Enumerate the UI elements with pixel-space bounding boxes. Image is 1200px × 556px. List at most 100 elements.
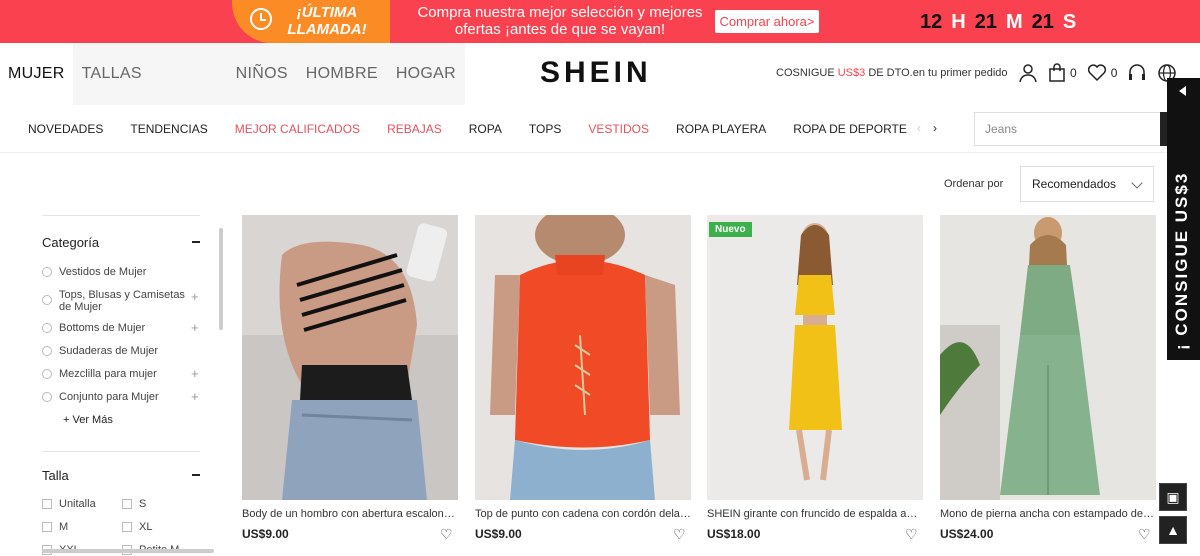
alarm-clock-icon: [250, 8, 272, 30]
product-image[interactable]: [940, 215, 1156, 500]
subnav-sportswear[interactable]: ROPA DE DEPORTE: [793, 122, 907, 136]
product-card[interactable]: Top de punto con cadena con cordón delan…: [475, 215, 691, 542]
category-option-label: Tops, Blusas y Camisetas de Mujer: [59, 289, 185, 313]
expand-icon[interactable]: +: [191, 321, 199, 334]
see-more-link[interactable]: + Ver Más: [63, 414, 113, 426]
chevron-left-icon[interactable]: ‹: [917, 121, 921, 135]
header-icons: 0 0: [1018, 63, 1177, 83]
sub-navigation: NOVEDADES TENDENCIAS MEJOR CALIFICADOS R…: [0, 105, 1200, 153]
shop-now-button[interactable]: Comprar ahora>: [715, 10, 819, 33]
product-name[interactable]: Body de un hombro con abertura escalonad…: [242, 508, 458, 520]
subnav-trends[interactable]: TENDENCIAS: [130, 122, 207, 136]
expand-icon[interactable]: +: [191, 367, 199, 380]
product-card[interactable]: Body de un hombro con abertura escalonad…: [242, 215, 458, 542]
promo-amount: US$3: [837, 67, 866, 79]
subnav-sale[interactable]: REBAJAS: [387, 122, 442, 136]
category-title[interactable]: Categoría: [42, 235, 99, 250]
subnav-top-rated[interactable]: MEJOR CALIFICADOS: [235, 122, 360, 136]
shein-logo[interactable]: SHEIN: [540, 56, 652, 90]
subnav-new[interactable]: NOVEDADES: [28, 122, 103, 136]
nav-kids[interactable]: NIÑOS: [227, 43, 297, 105]
size-option-label: M: [59, 521, 69, 533]
last-call-badge: ¡ÚLTIMA LLAMADA!: [232, 0, 390, 43]
sort-label: Ordenar por: [944, 178, 1004, 190]
size-option-label: Unitalla: [59, 498, 96, 510]
product-image[interactable]: [475, 215, 691, 500]
promo-banner[interactable]: ¡ÚLTIMA LLAMADA! Compra nuestra mejor se…: [0, 0, 1200, 43]
checkbox-icon[interactable]: [122, 499, 132, 509]
radio-icon[interactable]: [42, 346, 52, 356]
product-price: US$18.00: [707, 527, 761, 541]
side-promo-tab[interactable]: ¡ CONSIGUE US$3: [1167, 78, 1200, 360]
back-to-top-icon[interactable]: ▲: [1159, 516, 1187, 544]
cart-button[interactable]: 0: [1048, 63, 1077, 83]
sort-select[interactable]: Recomendados: [1020, 166, 1154, 202]
radio-icon[interactable]: [42, 369, 52, 379]
product-card[interactable]: Nuevo SHEIN girante con fruncido de espa…: [707, 215, 923, 542]
product-name[interactable]: Top de punto con cadena con cordón delan…: [475, 508, 691, 520]
search-input[interactable]: Jeans: [974, 112, 1164, 146]
bag-icon: [1049, 63, 1065, 82]
category-nav: MUJER TALLAS GRANDES NIÑOS HOMBRE HOGAR: [0, 43, 465, 144]
nav-men[interactable]: HOMBRE: [297, 43, 387, 105]
timer-seconds-unit: S: [1062, 10, 1077, 33]
product-name[interactable]: Mono de pierna ancha con estampado de lu…: [940, 508, 1156, 520]
category-option-label: Bottoms de Mujer: [59, 322, 146, 334]
heart-icon[interactable]: ♡: [673, 526, 686, 543]
promo-prefix: COSNIGUE: [776, 67, 838, 79]
feedback-icon[interactable]: ▣: [1159, 483, 1187, 511]
promo-suffix: DE DTO.en tu primer pedido: [865, 67, 1008, 79]
subnav-dresses[interactable]: VESTIDOS: [588, 122, 649, 136]
product-price: US$9.00: [242, 527, 289, 541]
nav-plus-size[interactable]: TALLAS GRANDES: [73, 43, 227, 144]
headset-icon[interactable]: [1127, 63, 1147, 83]
wishlist-count: 0: [1110, 66, 1118, 80]
nav-women[interactable]: MUJER: [0, 43, 73, 105]
category-option-label: Mezclilla para mujer: [59, 368, 157, 380]
product-card[interactable]: Mono de pierna ancha con estampado de lu…: [940, 215, 1156, 542]
user-icon[interactable]: [1018, 63, 1038, 83]
radio-icon[interactable]: [42, 323, 52, 333]
sort-value: Recomendados: [1032, 177, 1117, 191]
countdown-timer: 12 H 21 M 21 S: [920, 9, 1076, 35]
subnav-clothing[interactable]: ROPA: [469, 122, 502, 136]
product-price: US$9.00: [475, 527, 522, 541]
subnav-tops[interactable]: TOPS: [529, 122, 561, 136]
category-option-label: Conjunto para Mujer: [59, 391, 159, 403]
timer-minutes: 21: [974, 10, 997, 33]
radio-icon[interactable]: [42, 267, 52, 277]
subnav-links: NOVEDADES TENDENCIAS MEJOR CALIFICADOS R…: [28, 105, 934, 153]
product-name[interactable]: SHEIN girante con fruncido de espalda ab…: [707, 508, 923, 520]
radio-icon[interactable]: [42, 392, 52, 402]
collapse-arrow-icon[interactable]: [1179, 86, 1186, 96]
wishlist-button[interactable]: 0: [1087, 64, 1118, 82]
new-badge: Nuevo: [709, 222, 752, 237]
subnav-beachwear[interactable]: ROPA PLAYERA: [676, 122, 766, 136]
size-option-label: XL: [139, 521, 153, 533]
sidebar-horizontal-scrollbar[interactable]: [42, 549, 214, 553]
sidebar-scrollbar[interactable]: [219, 228, 223, 330]
timer-minutes-unit: M: [1005, 10, 1023, 33]
nav-home[interactable]: HOGAR: [387, 43, 465, 105]
collapse-icon[interactable]: [192, 474, 200, 476]
divider: [42, 451, 200, 452]
checkbox-icon[interactable]: [42, 499, 52, 509]
collapse-icon[interactable]: [192, 241, 200, 243]
first-order-promo[interactable]: COSNIGUE US$3 DE DTO.en tu primer pedido: [776, 67, 1008, 79]
size-title[interactable]: Talla: [42, 468, 69, 483]
heart-icon[interactable]: ♡: [1138, 526, 1151, 543]
heart-icon[interactable]: ♡: [905, 526, 918, 543]
heart-icon[interactable]: ♡: [440, 526, 453, 543]
checkbox-icon[interactable]: [42, 522, 52, 532]
product-image[interactable]: [242, 215, 458, 500]
timer-seconds: 21: [1031, 10, 1054, 33]
category-option-label: Vestidos de Mujer: [59, 266, 147, 278]
checkbox-icon[interactable]: [122, 522, 132, 532]
site-header: MUJER TALLAS GRANDES NIÑOS HOMBRE HOGAR …: [0, 43, 1200, 144]
expand-icon[interactable]: +: [191, 290, 199, 303]
product-image[interactable]: Nuevo: [707, 215, 923, 500]
chevron-right-icon[interactable]: ›: [933, 121, 937, 135]
expand-icon[interactable]: +: [191, 390, 199, 403]
side-promo-text: ¡ CONSIGUE US$3: [1172, 171, 1191, 350]
radio-icon[interactable]: [42, 295, 52, 305]
